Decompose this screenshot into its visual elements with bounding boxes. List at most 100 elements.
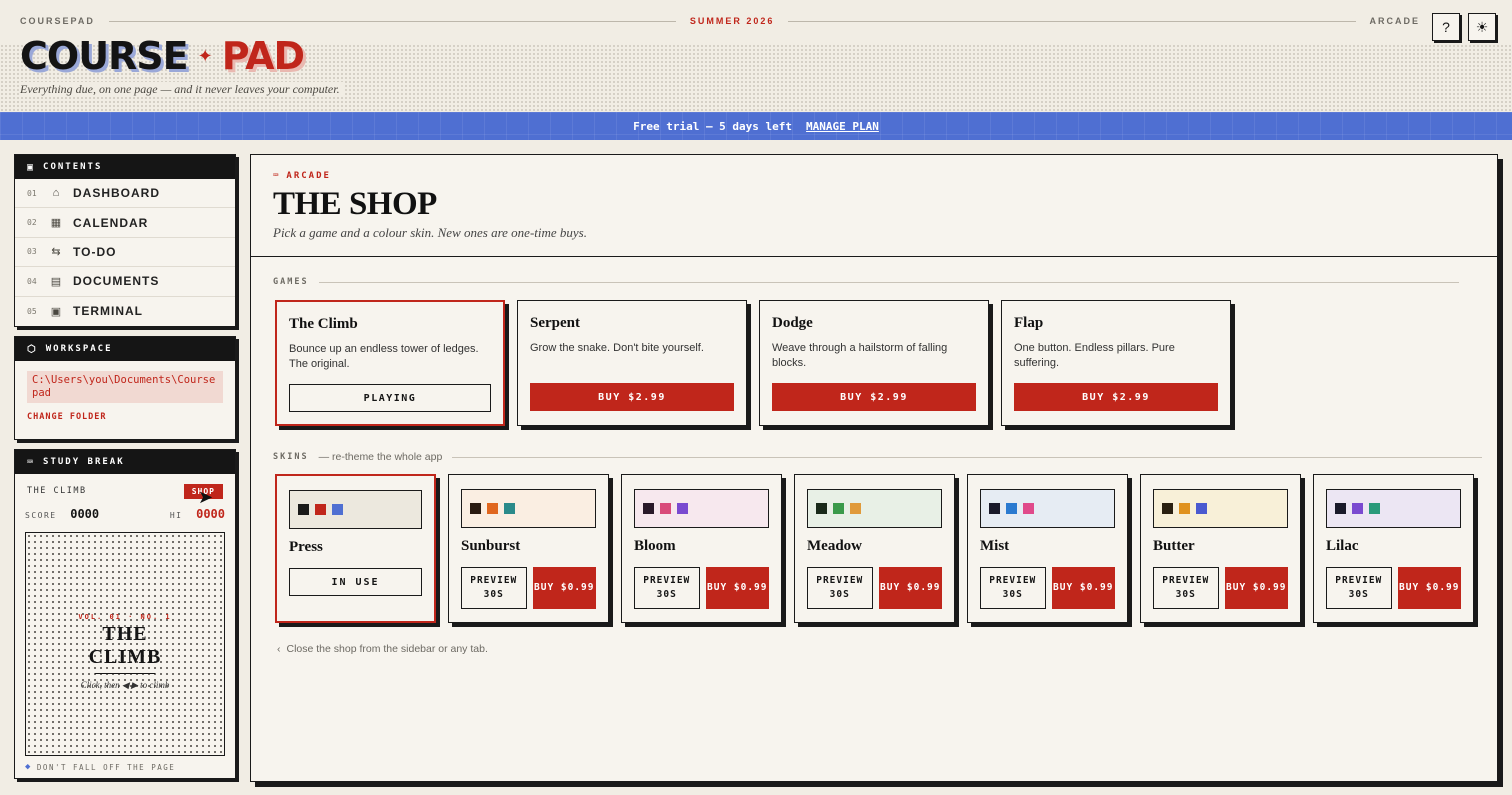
skins-rule xyxy=(452,456,1483,458)
mouse-cursor-icon: ➤ xyxy=(198,487,214,507)
current-game-name: THE CLIMB xyxy=(27,486,87,496)
preview-button[interactable]: PREVIEW 30S xyxy=(980,567,1046,609)
workspace-panel: ⬡ WORKSPACE C:\Users\you\Documents\Cours… xyxy=(14,336,236,440)
preview-button[interactable]: PREVIEW 30S xyxy=(461,567,527,609)
buy-skin-button[interactable]: BUY $0.99 xyxy=(532,567,596,609)
preview-button[interactable]: PREVIEW 30S xyxy=(807,567,873,609)
games-label: GAMES xyxy=(273,277,309,287)
cube-icon: ⬡ xyxy=(27,343,38,355)
skin-card-butter[interactable]: Butter PREVIEW 30S BUY $0.99 xyxy=(1140,474,1301,623)
swap-arrows-icon: ⇆ xyxy=(51,246,61,259)
nav-number: 04 xyxy=(27,276,37,286)
close-shop-note: ‹ Close the shop from the sidebar or any… xyxy=(277,643,488,655)
buy-serpent-button[interactable]: BUY $2.99 xyxy=(530,383,734,411)
nav-number: 03 xyxy=(27,247,37,257)
nav-number: 01 xyxy=(27,188,37,198)
skin-card-sunburst[interactable]: Sunburst PREVIEW 30S BUY $0.99 xyxy=(448,474,609,623)
game-screen-title: THE CLIMB xyxy=(88,623,162,668)
nav-label: CALENDAR xyxy=(73,215,149,230)
buy-dodge-button[interactable]: BUY $2.99 xyxy=(772,383,976,411)
theme-button[interactable]: ☀ xyxy=(1468,13,1496,41)
skin-name: Bloom xyxy=(634,538,676,554)
skins-grid: Press IN USE Sunburst PREVIEW 30S BUY $0.99 B… xyxy=(275,474,1474,623)
sidebar-item-dashboard[interactable]: 01 ⌂ DASHBOARD xyxy=(15,179,235,209)
page-subtitle: Pick a game and a colour skin. New ones … xyxy=(273,225,587,240)
app-logo[interactable]: COURSE ✦ PAD xyxy=(20,34,305,78)
nav-number: 05 xyxy=(27,306,37,316)
color-swatch xyxy=(850,503,861,514)
sidebar-item-todo[interactable]: 03 ⇆ TO-DO xyxy=(15,238,235,268)
game-card-serpent[interactable]: Serpent Grow the snake. Don't bite yours… xyxy=(517,300,747,426)
color-swatch xyxy=(1369,503,1380,514)
color-swatch xyxy=(470,503,481,514)
workspace-path: C:\Users\you\Documents\Coursepad xyxy=(27,371,223,403)
help-icon: ? xyxy=(1442,19,1450,35)
change-folder-link[interactable]: CHANGE FOLDER xyxy=(27,412,223,422)
game-description: Weave through a hailstorm of falling blo… xyxy=(772,342,948,369)
game-card-flap[interactable]: Flap One button. Endless pillars. Pure s… xyxy=(1001,300,1231,426)
skin-card-meadow[interactable]: Meadow PREVIEW 30S BUY $0.99 xyxy=(794,474,955,623)
playing-button[interactable]: PLAYING xyxy=(289,384,491,412)
game-name: Dodge xyxy=(772,315,813,331)
color-swatch xyxy=(332,504,343,515)
color-swatch xyxy=(1006,503,1017,514)
game-name: The Climb xyxy=(289,316,358,332)
skin-swatch-preview xyxy=(1153,489,1288,528)
shop-panel: ⌨ ARCADE THE SHOP Pick a game and a colo… xyxy=(250,154,1498,782)
skin-name: Butter xyxy=(1153,538,1195,554)
sidebar-item-calendar[interactable]: 02 ▦ CALENDAR xyxy=(15,208,235,238)
skin-card-lilac[interactable]: Lilac PREVIEW 30S BUY $0.99 xyxy=(1313,474,1474,623)
home-icon: ⌂ xyxy=(52,187,60,200)
buy-skin-button[interactable]: BUY $0.99 xyxy=(1051,567,1115,609)
gamepad-icon: ⌨ xyxy=(273,171,281,181)
manage-plan-link[interactable]: MANAGE PLAN xyxy=(806,120,879,133)
color-swatch xyxy=(1335,503,1346,514)
brand-small: COURSEPAD xyxy=(20,16,95,26)
game-name: Flap xyxy=(1014,315,1044,331)
skin-card-bloom[interactable]: Bloom PREVIEW 30S BUY $0.99 xyxy=(621,474,782,623)
skin-name: Meadow xyxy=(807,538,862,554)
footer-text: DON'T FALL OFF THE PAGE xyxy=(36,762,176,772)
buy-skin-button[interactable]: BUY $0.99 xyxy=(878,567,942,609)
game-volume-label: VOL. 01 · NO. 1 xyxy=(78,613,172,621)
preview-button[interactable]: PREVIEW 30S xyxy=(634,567,700,609)
season-label: SUMMER 2026 xyxy=(689,16,775,26)
sun-icon: ☀ xyxy=(1475,18,1489,35)
color-swatch xyxy=(298,504,309,515)
star-icon: ✦ xyxy=(197,45,213,67)
preview-button[interactable]: PREVIEW 30S xyxy=(1153,567,1219,609)
skin-name: Lilac xyxy=(1326,538,1359,554)
sidebar-item-documents[interactable]: 04 ▤ DOCUMENTS xyxy=(15,267,235,297)
app-header: COURSEPAD SUMMER 2026 ARCADE ? ☀ COURSE … xyxy=(0,0,1512,112)
buy-flap-button[interactable]: BUY $2.99 xyxy=(1014,383,1218,411)
tagline: Everything due, on one page — and it nev… xyxy=(20,82,344,97)
game-description: One button. Endless pillars. Pure suffer… xyxy=(1014,342,1175,369)
logo-word-course: COURSE xyxy=(20,34,189,78)
help-button[interactable]: ? xyxy=(1432,13,1460,41)
buy-skin-button[interactable]: BUY $0.99 xyxy=(1224,567,1288,609)
preview-button[interactable]: PREVIEW 30S xyxy=(1326,567,1392,609)
heading-divider xyxy=(251,256,1497,257)
gamepad-icon: ⌨ xyxy=(27,456,36,468)
game-card-dodge[interactable]: Dodge Weave through a hailstorm of falli… xyxy=(759,300,989,426)
in-use-button[interactable]: IN USE xyxy=(289,568,422,596)
color-swatch xyxy=(833,503,844,514)
buy-skin-button[interactable]: BUY $0.99 xyxy=(705,567,769,609)
skin-swatch-preview xyxy=(807,489,942,528)
buy-skin-button[interactable]: BUY $0.99 xyxy=(1397,567,1461,609)
score-row: SCORE 0000 HI 0000 xyxy=(25,503,225,522)
contents-header: ▣ CONTENTS xyxy=(15,155,235,179)
workspace-header: ⬡ WORKSPACE xyxy=(15,337,235,361)
skin-card-mist[interactable]: Mist PREVIEW 30S BUY $0.99 xyxy=(967,474,1128,623)
color-swatch xyxy=(1196,503,1207,514)
skin-name: Sunburst xyxy=(461,538,521,554)
skin-actions: PREVIEW 30S BUY $0.99 xyxy=(634,567,769,609)
skin-card-press[interactable]: Press IN USE xyxy=(275,474,436,623)
game-card-the-climb[interactable]: The Climb Bounce up an endless tower of … xyxy=(275,300,505,426)
workspace-title: WORKSPACE xyxy=(45,344,113,354)
game-canvas[interactable]: VOL. 01 · NO. 1 THE CLIMB Click, then ◀ … xyxy=(25,532,225,756)
skin-actions: PREVIEW 30S BUY $0.99 xyxy=(980,567,1115,609)
sidebar-item-terminal[interactable]: 05 ▣ TERMINAL xyxy=(15,297,235,326)
hi-score-value: 0000 xyxy=(196,507,225,521)
study-break-header: ⌨ STUDY BREAK xyxy=(15,450,235,474)
